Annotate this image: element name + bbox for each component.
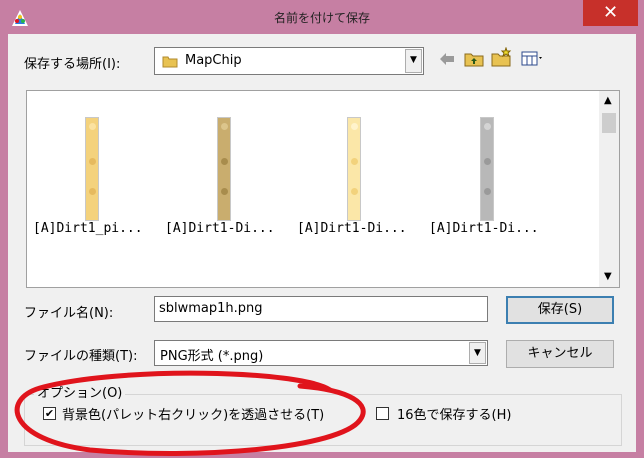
scroll-thumb[interactable] [602, 113, 616, 133]
location-value: MapChip [185, 53, 242, 68]
filename-input[interactable]: sblwmap1h.png [154, 296, 488, 322]
file-thumbnail[interactable] [480, 117, 494, 221]
close-button[interactable]: ✕ [583, 0, 638, 26]
up-folder-icon[interactable] [464, 51, 484, 71]
window-title: 名前を付けて保存 [273, 11, 370, 25]
sixteen-color-label[interactable]: 16色で保存する(H) [397, 404, 511, 423]
cancel-button[interactable]: キャンセル [506, 340, 614, 368]
file-thumbnail[interactable] [85, 117, 99, 221]
new-folder-icon[interactable] [491, 46, 513, 71]
location-label: 保存する場所(I): [24, 57, 121, 72]
scroll-up-icon[interactable]: ▲ [604, 95, 612, 106]
filename-label: ファイル名(N): [24, 306, 114, 321]
location-dropdown[interactable]: MapChip ▼ [154, 47, 424, 75]
chevron-down-icon[interactable]: ▼ [469, 342, 486, 364]
file-name-label[interactable]: [A]Dirt1-Di... [429, 221, 539, 236]
view-menu-icon[interactable] [521, 51, 545, 71]
file-thumbnail[interactable] [217, 117, 231, 221]
chevron-down-icon[interactable]: ▼ [405, 49, 422, 73]
file-name-label[interactable]: [A]Dirt1_pi... [33, 221, 143, 236]
file-name-label[interactable]: [A]Dirt1-Di... [297, 221, 407, 236]
save-button[interactable]: 保存(S) [506, 296, 614, 324]
file-list[interactable]: ▲ ▼ [A]Dirt1_pi... [A]Dirt1-Di... [A]Dir… [26, 90, 620, 288]
back-arrow-icon[interactable] [439, 52, 455, 70]
file-name-label[interactable]: [A]Dirt1-Di... [165, 221, 275, 236]
folder-icon [162, 54, 178, 72]
red-annotation-ellipse [14, 370, 366, 456]
scroll-down-icon[interactable]: ▼ [604, 271, 612, 282]
vertical-scrollbar[interactable]: ▲ ▼ [599, 91, 619, 287]
file-thumbnail[interactable] [347, 117, 361, 221]
